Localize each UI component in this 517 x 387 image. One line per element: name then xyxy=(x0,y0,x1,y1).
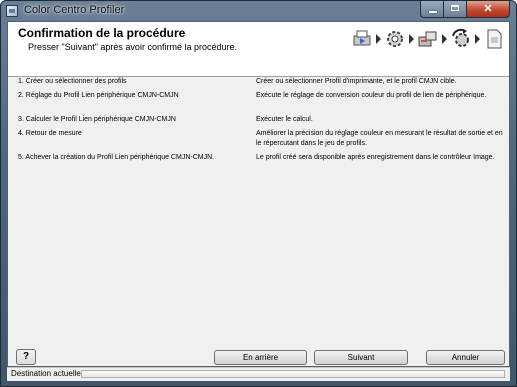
wizard-steps xyxy=(351,25,505,53)
dialog-body: Confirmation de la procédure Presser "Su… xyxy=(7,21,510,367)
title-bar[interactable]: Color Centro Profiler ✕ xyxy=(1,1,516,21)
app-icon xyxy=(6,5,18,17)
step-action: 3. Calculer le Profil Lien périphérique … xyxy=(18,116,176,123)
application-window: Color Centro Profiler ✕ Confirmation de … xyxy=(0,0,517,387)
wizard-header: Confirmation de la procédure Presser "Su… xyxy=(8,22,509,77)
devices-icon xyxy=(418,31,437,47)
step-action: 5. Achever la création du Profil Lien pé… xyxy=(18,154,215,161)
printer-icon xyxy=(353,30,371,46)
step-arrow-icon xyxy=(442,34,447,44)
step-action: 1. Créer ou sélectionner des profils xyxy=(18,78,127,85)
status-bar: Destination actuelle xyxy=(7,367,510,381)
maximize-button[interactable] xyxy=(444,1,467,18)
page-title: Confirmation de la procédure xyxy=(18,26,186,40)
step-description: Exécute le réglage de conversion couleur… xyxy=(256,92,487,99)
close-icon: ✕ xyxy=(483,3,493,15)
step-action: 4. Retour de mesure xyxy=(18,130,82,137)
step-arrow-icon xyxy=(409,34,414,44)
document-icon xyxy=(487,29,502,49)
status-label: Destination actuelle xyxy=(11,369,81,378)
window-title: Color Centro Profiler xyxy=(24,4,125,16)
help-button[interactable]: ? xyxy=(16,349,36,365)
back-button[interactable]: En arrière xyxy=(214,350,307,365)
cancel-button[interactable]: Annuler xyxy=(426,350,505,365)
step-description: Créer ou sélectionner Profil d'imprimant… xyxy=(256,78,457,85)
refresh-gear-icon xyxy=(452,28,469,47)
step-arrow-icon xyxy=(475,34,480,44)
close-button[interactable]: ✕ xyxy=(467,1,510,18)
minimize-button[interactable] xyxy=(420,1,444,18)
progress-bar xyxy=(81,370,505,378)
step-description: Exécuter le calcul. xyxy=(256,116,313,123)
step-description: Le profil créé sera disponible après enr… xyxy=(256,154,495,161)
gear-icon xyxy=(387,31,403,47)
step-action: 2. Réglage du Profil Lien périphérique C… xyxy=(18,92,179,99)
page-subtitle: Presser "Suivant" après avoir confirmé l… xyxy=(28,42,237,52)
step-arrow-icon xyxy=(376,34,381,44)
step-description: Améliorer la précision du réglage couleu… xyxy=(256,130,503,147)
next-button[interactable]: Suivant xyxy=(314,350,408,365)
